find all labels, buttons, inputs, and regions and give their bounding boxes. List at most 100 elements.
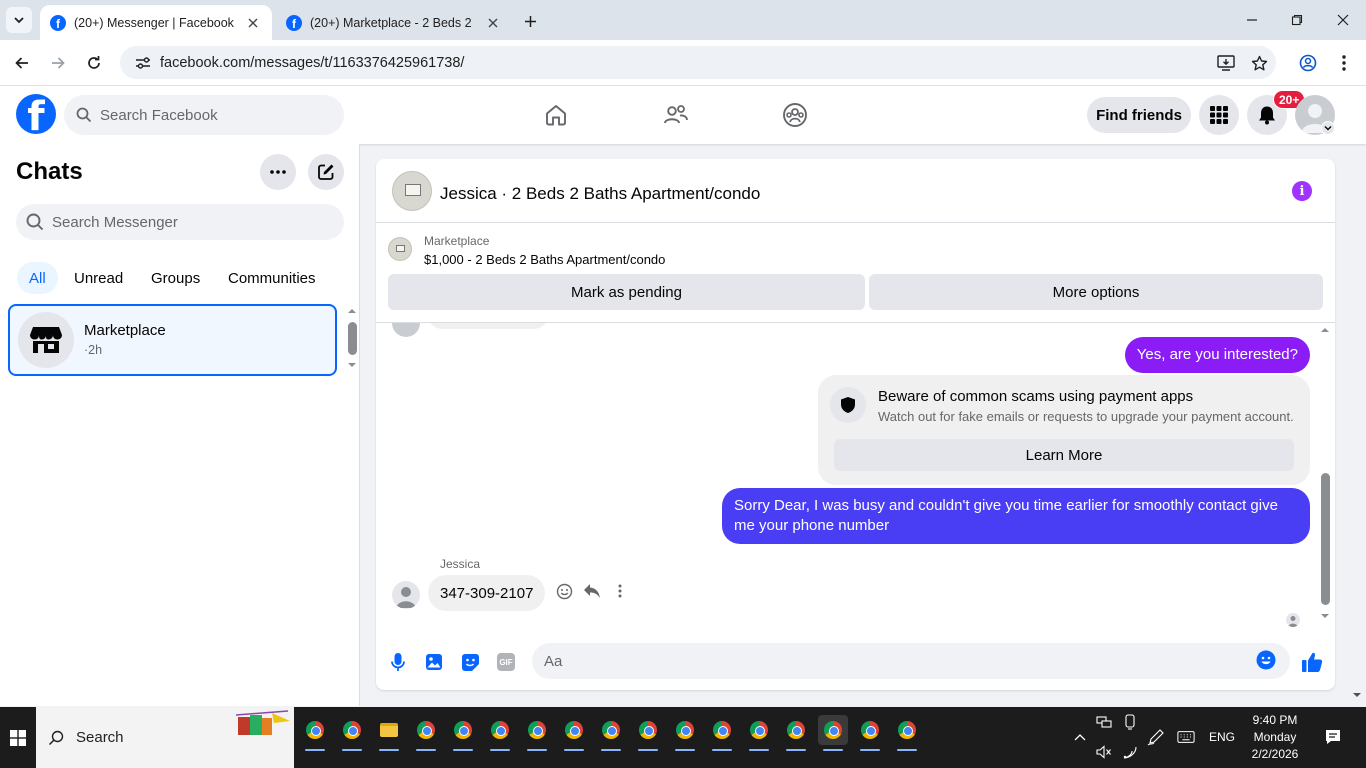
microphone-icon[interactable] [387,651,409,673]
info-icon[interactable]: i [1292,181,1312,201]
message-bubble-incoming[interactable]: 347-309-2107 [428,575,546,611]
facebook-search-input[interactable]: Search Facebook [64,95,344,135]
filter-communities[interactable]: Communities [216,262,328,294]
site-info-icon[interactable] [128,56,158,70]
address-bar[interactable]: facebook.com/messages/t/1163376425961738… [120,46,1276,79]
scroll-down-arrow[interactable] [1320,613,1330,619]
listing-thumbnail[interactable] [392,171,432,211]
more-vertical-icon[interactable] [610,581,630,601]
bookmark-star-icon[interactable] [1247,51,1271,75]
filter-groups[interactable]: Groups [139,262,212,294]
taskbar-chrome-icon[interactable] [670,715,700,751]
back-button[interactable] [9,50,35,76]
messenger-search-input[interactable]: Search Messenger [16,204,344,240]
taskbar-chrome-icon[interactable] [485,715,515,751]
tab-marketplace[interactable]: f (20+) Marketplace - 2 Beds 2 B [276,5,512,40]
taskbar-chrome-icon[interactable] [337,715,367,751]
start-button[interactable] [0,707,36,768]
taskbar-chrome-icon[interactable] [707,715,737,751]
install-app-icon[interactable] [1214,51,1238,75]
listing-thumbnail[interactable] [388,237,412,261]
chats-panel: Chats Search Messenger All Unread Groups… [0,144,360,706]
clock-day: Monday [1253,730,1297,744]
taskbar-search-box[interactable]: Search [36,707,294,768]
account-caret[interactable] [1321,121,1335,135]
taskbar-chrome-icon[interactable] [559,715,589,751]
tab-search-button[interactable] [6,7,32,33]
chat-item-marketplace[interactable]: Marketplace ·2h [8,304,337,376]
thread-scrollbar[interactable] [1321,473,1330,605]
sender-avatar[interactable] [392,581,420,609]
message-bubble-outgoing[interactable]: Sorry Dear, I was busy and couldn't give… [722,488,1310,544]
message-bubble-incoming[interactable] [428,323,548,329]
groups-nav-button[interactable] [780,100,810,130]
scroll-down-arrow[interactable] [347,362,357,368]
new-tab-button[interactable] [519,10,541,32]
taskbar-chrome-icon[interactable] [596,715,626,751]
find-friends-button[interactable]: Find friends [1087,97,1191,133]
scroll-up-arrow[interactable] [347,308,357,314]
more-options-button[interactable]: More options [869,274,1323,310]
taskbar-chrome-icon[interactable] [633,715,663,751]
minimize-button[interactable] [1240,8,1264,32]
system-clock[interactable]: 9:40 PM Monday 2/2/2026 [1240,712,1310,763]
wifi-icon[interactable] [1121,743,1139,761]
reload-button[interactable] [81,50,107,76]
message-thread: Yes, are you interested? Beware of commo… [376,323,1335,633]
thumbs-up-icon[interactable] [1301,651,1323,673]
taskbar-file-explorer-icon[interactable] [374,715,404,751]
message-composer: GIF Aa [376,633,1335,690]
learn-more-button[interactable]: Learn More [834,439,1294,471]
friends-nav-button[interactable] [661,100,691,130]
network-adapter-icon[interactable] [1095,713,1113,731]
facebook-logo-icon[interactable]: f [16,94,56,134]
close-tab-icon[interactable] [484,14,502,32]
taskbar-chrome-icon[interactable] [448,715,478,751]
clock-date: 2/2/2026 [1251,747,1299,761]
composer-placeholder: Aa [544,652,563,670]
notification-center-icon[interactable] [1324,728,1342,746]
message-bubble-outgoing[interactable]: Yes, are you interested? [1124,337,1310,373]
pen-icon[interactable] [1147,728,1165,746]
taskbar-chrome-icon[interactable] [300,715,330,751]
filter-all[interactable]: All [17,262,58,294]
chat-list-scrollbar[interactable] [348,322,357,355]
home-nav-button[interactable] [541,100,571,130]
listing-title[interactable]: $1,000 - 2 Beds 2 Baths Apartment/condo [424,252,665,267]
scroll-up-arrow[interactable] [1320,327,1330,333]
tray-chevron-up-icon[interactable] [1071,728,1089,746]
grid-menu-icon [1209,105,1229,125]
gif-icon[interactable]: GIF [495,651,517,673]
menu-button[interactable] [1199,95,1239,135]
emoji-icon[interactable] [1256,650,1278,672]
page-scroll-down-arrow[interactable] [1352,692,1362,698]
react-emoji-icon[interactable] [554,581,574,601]
forward-button[interactable] [45,50,71,76]
input-language[interactable]: ENG [1209,730,1235,744]
taskbar-chrome-icon[interactable] [892,715,922,751]
photo-icon[interactable] [423,651,445,673]
keyboard-icon[interactable] [1177,728,1195,746]
close-tab-icon[interactable] [244,14,262,32]
sticker-icon[interactable] [459,651,481,673]
volume-muted-icon[interactable] [1095,743,1113,761]
conversation-title[interactable]: Jessica · 2 Beds 2 Baths Apartment/condo [440,184,760,204]
message-input[interactable]: Aa [532,643,1290,679]
new-message-button[interactable] [308,154,344,190]
taskbar-chrome-icon[interactable] [744,715,774,751]
filter-unread[interactable]: Unread [62,262,135,294]
restore-button[interactable] [1285,8,1309,32]
chats-options-button[interactable] [260,154,296,190]
taskbar-chrome-icon[interactable] [411,715,441,751]
profile-button[interactable] [1295,50,1321,76]
taskbar-chrome-icon-active[interactable] [818,715,848,751]
close-window-button[interactable] [1331,8,1355,32]
reply-icon[interactable] [582,581,602,601]
device-icon[interactable] [1121,713,1139,731]
mark-as-pending-button[interactable]: Mark as pending [388,274,865,310]
taskbar-chrome-icon[interactable] [855,715,885,751]
taskbar-chrome-icon[interactable] [781,715,811,751]
taskbar-chrome-icon[interactable] [522,715,552,751]
browser-menu-button[interactable] [1331,50,1357,76]
tab-messenger[interactable]: f (20+) Messenger | Facebook [40,5,272,40]
